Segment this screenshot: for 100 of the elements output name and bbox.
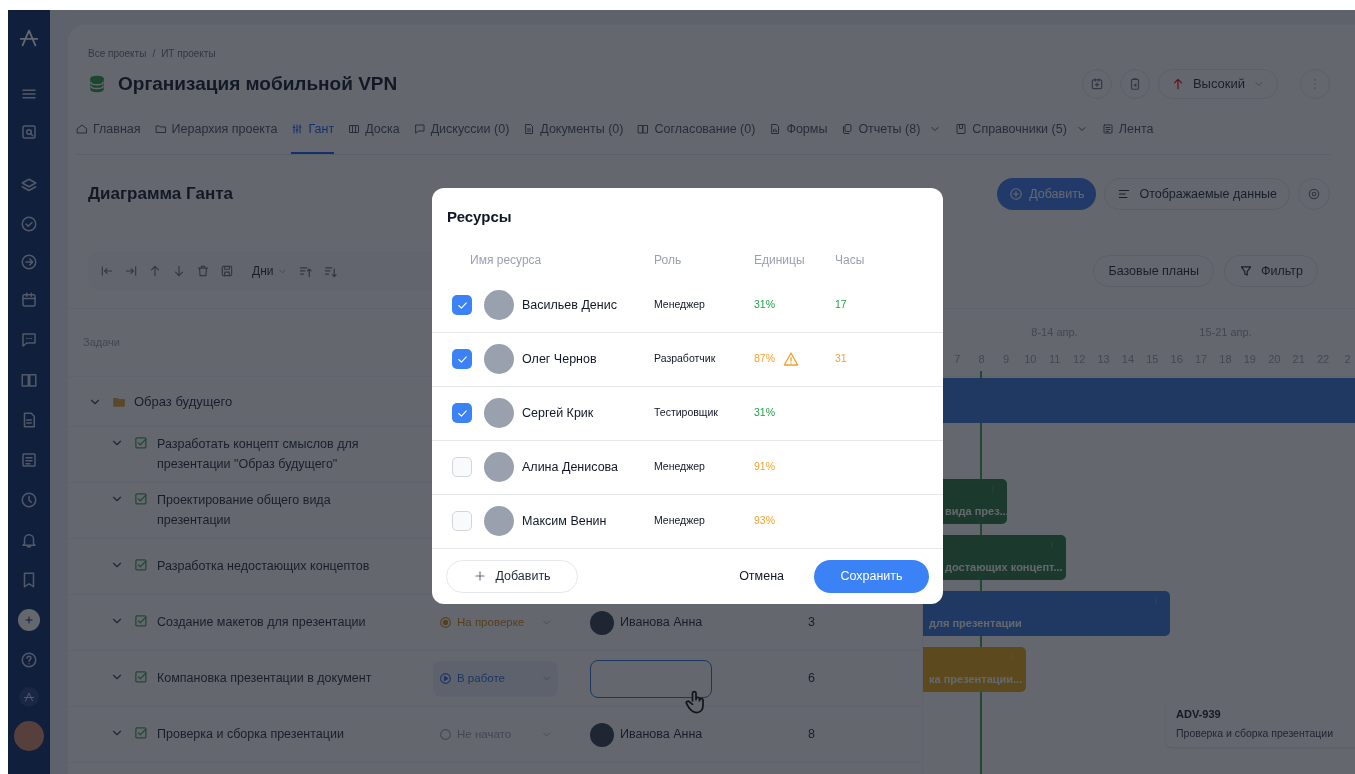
checkbox[interactable]: [452, 295, 472, 315]
play-circle-icon: [439, 672, 452, 685]
task-bar[interactable]: для презентации: [923, 591, 1170, 636]
arrow-up-icon[interactable]: [148, 264, 162, 278]
add-button[interactable]: [18, 609, 40, 631]
sliders-icon: [291, 123, 304, 135]
logo-icon: [23, 691, 35, 703]
bell-icon[interactable]: [20, 531, 38, 549]
tab[interactable]: Дискуссии (0): [413, 118, 510, 154]
newspaper-icon[interactable]: [20, 451, 38, 469]
task-title: Проверка и сборка презентации: [1176, 725, 1334, 741]
review-status-icon: [439, 616, 452, 629]
avatar: [484, 506, 514, 536]
resource-name: Алина Денисова: [522, 458, 620, 476]
assignee-input-field[interactable]: [590, 659, 712, 698]
logo-badge-icon[interactable]: [19, 687, 39, 707]
estimate: 8: [808, 726, 815, 744]
save-icon[interactable]: [220, 264, 234, 278]
database-icon: [88, 74, 106, 94]
add-button[interactable]: Добавить: [997, 178, 1097, 210]
clock-icon[interactable]: [20, 491, 38, 509]
resource-units: 91%: [754, 459, 775, 475]
arrow-down-icon[interactable]: [172, 264, 186, 278]
resource-name: Максим Венин: [522, 512, 608, 530]
arrow-circle-icon[interactable]: [20, 253, 38, 271]
chat-icon[interactable]: [20, 331, 38, 349]
column-header: Часы: [835, 251, 866, 269]
status-dropdown[interactable]: В работе: [433, 660, 558, 697]
avatar: [484, 452, 514, 482]
plus-icon: [473, 569, 488, 583]
tab[interactable]: Отчеты (8): [841, 118, 942, 154]
plus-circle-icon: [1009, 187, 1024, 201]
resource-units: 31%: [754, 297, 775, 313]
resource-role: Менеджер: [654, 459, 706, 475]
estimate: 6: [808, 670, 815, 688]
cancel-button[interactable]: Отмена: [729, 559, 794, 593]
column-header: Роль: [654, 251, 683, 269]
task-title[interactable]: Проектирование общего вида презентации: [157, 489, 392, 530]
user-avatar[interactable]: [14, 721, 44, 751]
column-header: Имя ресурса: [470, 251, 543, 269]
task-title[interactable]: Разработать концепт смыслов для презентации "Образ будущего": [157, 433, 392, 474]
calendar-icon[interactable]: [20, 291, 38, 309]
estimate: 3: [808, 614, 815, 632]
resource-role: Менеджер: [654, 297, 706, 313]
task-check-icon: [134, 557, 149, 573]
task-title[interactable]: Создание макетов для презентации: [157, 611, 392, 632]
resource-name: Сергей Крик: [522, 404, 595, 422]
task-check-icon: [134, 669, 149, 685]
tab[interactable]: Документы (0): [523, 118, 624, 154]
plus-icon: [23, 614, 35, 626]
task-bar[interactable]: ка презентации...: [923, 647, 1026, 692]
lines-icon: [1117, 187, 1132, 201]
task-title[interactable]: Компановка презентации в документ: [157, 667, 392, 688]
avatar: [590, 610, 614, 635]
tab[interactable]: Лента: [1101, 118, 1154, 154]
group-title[interactable]: Образ будущего: [134, 391, 233, 412]
task-title[interactable]: Проверка и сборка презентации: [157, 723, 392, 744]
go-start-icon[interactable]: [100, 264, 114, 278]
copy-icon: [841, 123, 854, 135]
book-icon[interactable]: [20, 371, 38, 389]
resource-units: 87%: [754, 351, 775, 367]
task-check-icon: [134, 613, 149, 629]
resource-role: Менеджер: [654, 513, 706, 529]
chat-icon: [413, 123, 426, 135]
checkbox[interactable]: [452, 511, 472, 531]
tab[interactable]: Согласование (0): [637, 118, 756, 154]
tab[interactable]: Доска: [348, 118, 400, 154]
checkbox[interactable]: [452, 403, 472, 423]
task-title[interactable]: Разработка недостающих концептов: [157, 555, 392, 576]
binder-icon: [955, 123, 968, 135]
avatar: [590, 722, 614, 747]
checkbox[interactable]: [452, 457, 472, 477]
form-icon: [769, 123, 782, 135]
go-end-icon[interactable]: [124, 264, 138, 278]
logo-icon[interactable]: [18, 27, 40, 49]
home-icon: [76, 123, 88, 135]
check-circle-icon[interactable]: [20, 215, 38, 233]
newspaper-icon: [1101, 123, 1114, 135]
trash-icon[interactable]: [196, 264, 210, 278]
tab[interactable]: Гант: [291, 118, 335, 154]
document-icon: [523, 123, 536, 135]
save-button[interactable]: Сохранить: [814, 559, 929, 593]
task-check-icon: [134, 435, 149, 451]
folder-icon: [154, 123, 167, 135]
resource-role: Тестировщик: [654, 405, 719, 421]
tab[interactable]: Иерархия проекта: [154, 118, 278, 154]
section-title: Диаграмма Ганта: [88, 183, 233, 206]
scale-dropdown[interactable]: Дни: [252, 262, 289, 280]
help-icon[interactable]: [20, 651, 38, 669]
search-document-icon[interactable]: [20, 123, 38, 141]
resource-units: 31%: [754, 405, 775, 421]
avatar: [484, 398, 514, 428]
tab[interactable]: Справочники (5): [955, 118, 1088, 154]
empty-circle-icon: [439, 728, 452, 741]
tab[interactable]: Формы: [769, 118, 828, 154]
tab[interactable]: Главная: [76, 118, 141, 154]
resource-hours: 31: [835, 351, 847, 367]
bar-label: ка презентации...: [929, 671, 1022, 687]
avatar: [484, 344, 514, 374]
checkbox[interactable]: [452, 349, 472, 369]
